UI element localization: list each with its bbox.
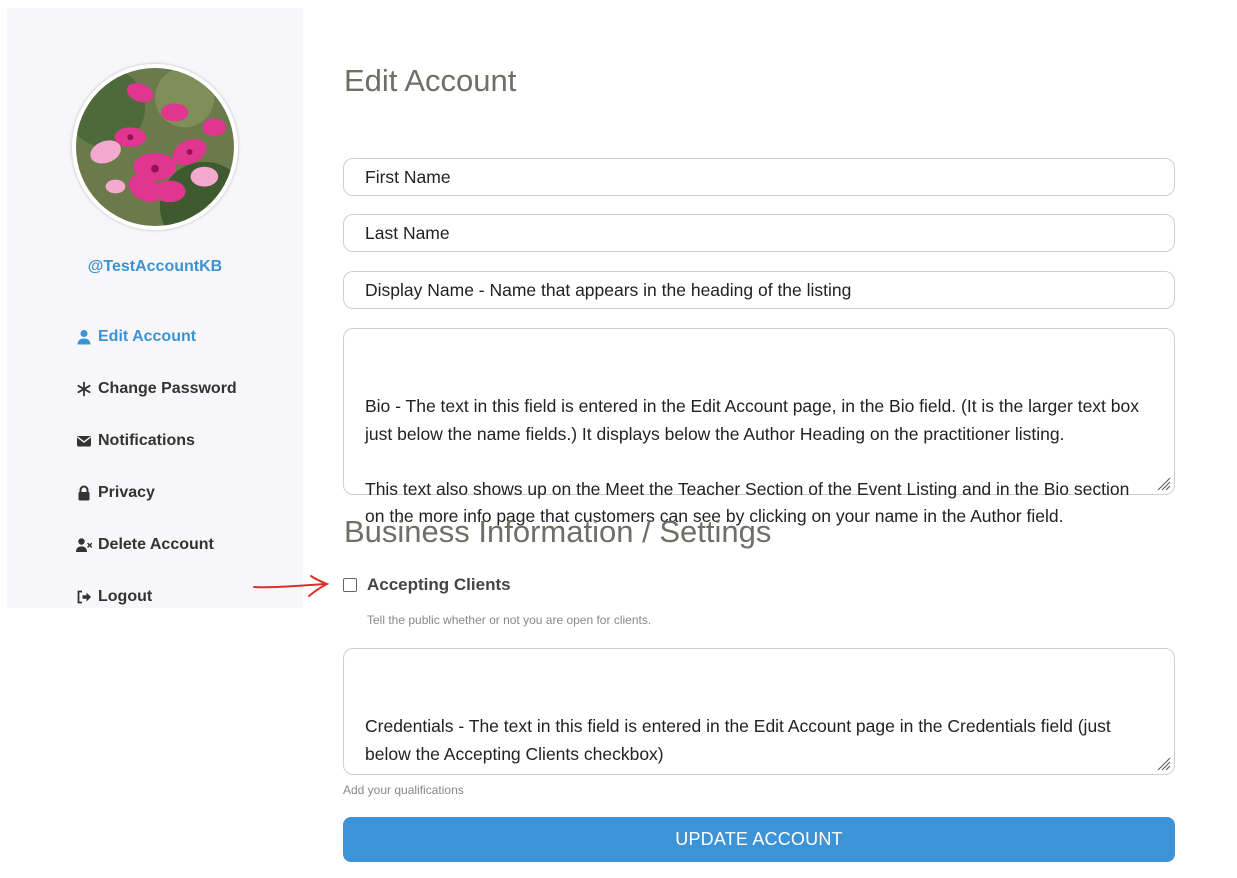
sidebar-item-label: Privacy bbox=[98, 484, 155, 501]
annotation-arrow-icon bbox=[253, 575, 330, 597]
page: @TestAccountKB Edit Account Change Passw… bbox=[0, 0, 1237, 878]
bio-field[interactable]: Bio - The text in this field is entered … bbox=[343, 328, 1175, 526]
sidebar-item-privacy[interactable]: Privacy bbox=[75, 467, 237, 519]
credentials-value: Credentials - The text in this field is … bbox=[365, 716, 1116, 764]
accepting-clients-help: Tell the public whether or not you are o… bbox=[367, 613, 652, 627]
avatar[interactable] bbox=[72, 64, 238, 230]
first-name-value: First Name bbox=[365, 166, 451, 187]
sidebar-nav: Edit Account Change Password Notificatio… bbox=[75, 311, 237, 623]
sidebar-item-label: Edit Account bbox=[98, 328, 197, 345]
username[interactable]: @TestAccountKB bbox=[7, 258, 303, 276]
last-name-field[interactable]: Last Name bbox=[343, 214, 1175, 252]
accepting-clients-label[interactable]: Accepting Clients bbox=[367, 575, 511, 595]
sidebar-item-label: Logout bbox=[98, 588, 153, 605]
page-title: Edit Account bbox=[344, 63, 517, 98]
resize-grip-icon[interactable] bbox=[1155, 475, 1171, 491]
asterisk-icon bbox=[75, 380, 93, 398]
accepting-clients-checkbox[interactable] bbox=[343, 578, 357, 592]
display-name-value: Display Name - Name that appears in the … bbox=[365, 279, 852, 300]
user-icon bbox=[75, 328, 93, 346]
sidebar-item-label: Delete Account bbox=[98, 536, 214, 553]
credentials-field[interactable]: Credentials - The text in this field is … bbox=[343, 648, 1175, 775]
business-info-heading: Business Information / Settings bbox=[344, 514, 772, 549]
sidebar: @TestAccountKB Edit Account Change Passw… bbox=[7, 8, 303, 608]
sidebar-item-notifications[interactable]: Notifications bbox=[75, 415, 237, 467]
avatar-image bbox=[76, 68, 234, 226]
lock-icon bbox=[75, 484, 93, 502]
user-times-icon bbox=[75, 536, 93, 554]
sidebar-item-delete-account[interactable]: Delete Account bbox=[75, 519, 237, 571]
sidebar-item-logout[interactable]: Logout bbox=[75, 571, 237, 623]
sidebar-item-edit-account[interactable]: Edit Account bbox=[75, 311, 237, 363]
update-account-button[interactable]: UPDATE ACCOUNT bbox=[343, 817, 1175, 862]
last-name-value: Last Name bbox=[365, 222, 450, 243]
bio-value: Bio - The text in this field is entered … bbox=[365, 396, 1139, 526]
credentials-help: Add your qualifications bbox=[343, 783, 464, 797]
envelope-icon bbox=[75, 432, 93, 450]
sign-out-icon bbox=[75, 588, 93, 606]
sidebar-item-change-password[interactable]: Change Password bbox=[75, 363, 237, 415]
accepting-clients-row: Accepting Clients bbox=[343, 575, 511, 595]
sidebar-item-label: Change Password bbox=[98, 380, 237, 397]
first-name-field[interactable]: First Name bbox=[343, 158, 1175, 196]
display-name-field[interactable]: Display Name - Name that appears in the … bbox=[343, 271, 1175, 309]
resize-grip-icon[interactable] bbox=[1155, 755, 1171, 771]
sidebar-item-label: Notifications bbox=[98, 432, 195, 449]
